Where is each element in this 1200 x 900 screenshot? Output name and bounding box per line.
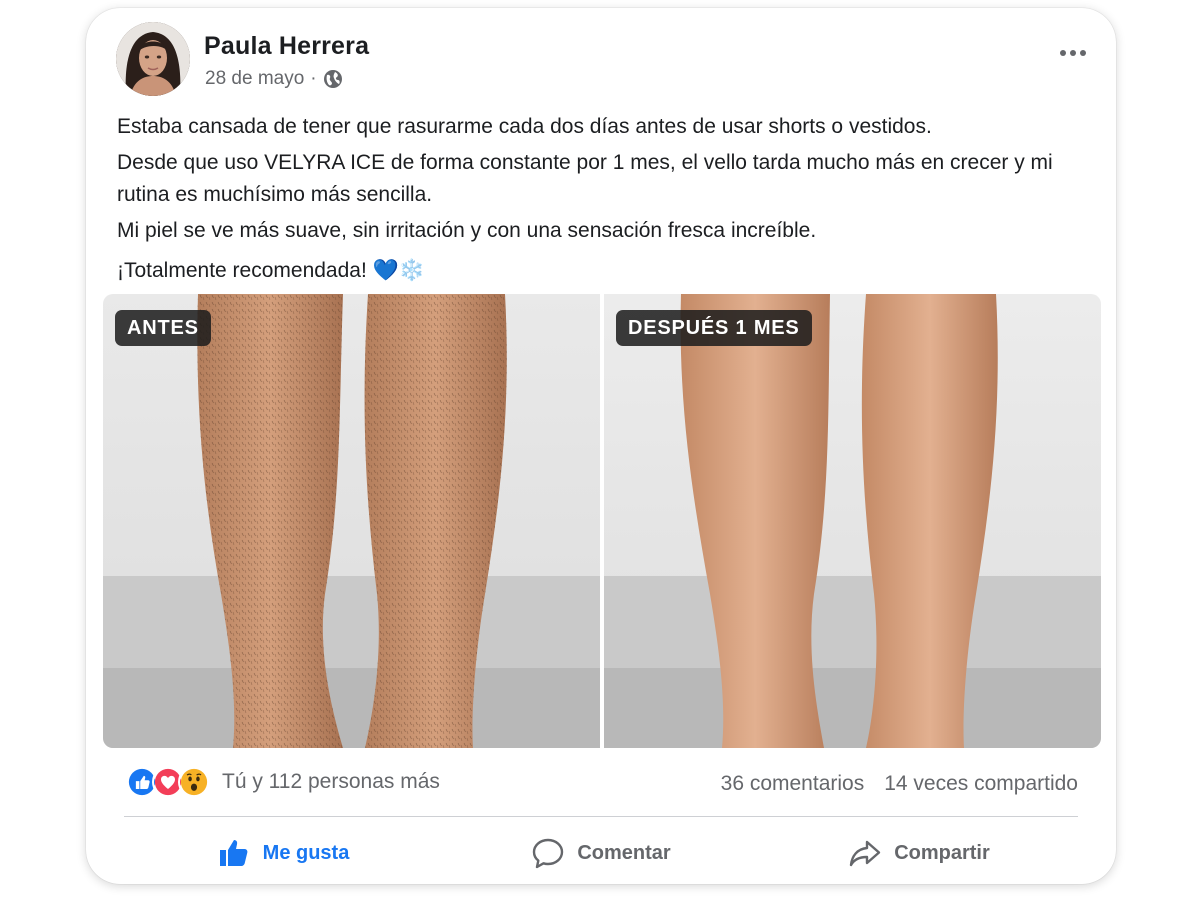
like-button[interactable]: Me gusta [124,828,442,878]
after-photo[interactable]: DESPUÉS 1 MES [604,294,1101,748]
comment-icon [533,838,564,869]
like-button-label: Me gusta [262,841,350,864]
before-label: ANTES [115,310,211,346]
post-text-line: ¡Totalmente recomendada! 💙❄️ [117,259,425,282]
post-meta: 28 de mayo · [205,68,343,90]
shares-count[interactable]: 14 veces compartido [884,772,1078,796]
post-text-line: Desde que uso VELYRA ICE de forma consta… [117,151,1053,206]
post-text: Estaba cansada de tener que rasurarme ca… [117,111,1087,291]
more-horizontal-icon[interactable] [1058,46,1088,60]
reactions-text: Tú y 112 personas más [222,770,440,793]
thumbs-up-icon [219,840,248,866]
after-label: DESPUÉS 1 MES [616,310,812,346]
action-bar: Me gusta Comentar Compartir [124,828,1078,878]
comment-button[interactable]: Comentar [442,828,760,878]
share-icon [850,840,881,867]
post-text-line: Estaba cansada de tener que rasurarme ca… [117,115,932,138]
comment-button-label: Comentar [577,841,671,864]
post-card: Paula Herrera 28 de mayo · Estaba cansad… [86,8,1116,884]
avatar[interactable] [116,22,190,96]
share-button[interactable]: Compartir [760,828,1078,878]
wow-reaction-icon [178,766,210,798]
post-stats: 36 comentarios 14 veces compartido [721,772,1078,796]
divider [124,816,1078,817]
share-button-label: Compartir [894,841,990,864]
reactions-summary[interactable]: Tú y 112 personas más [126,766,440,798]
post-text-line: Mi piel se ve más suave, sin irritación … [117,219,817,242]
globe-icon [323,69,343,89]
author-name[interactable]: Paula Herrera [204,32,369,61]
before-photo[interactable]: ANTES [103,294,600,748]
meta-separator: · [310,68,317,89]
comments-count[interactable]: 36 comentarios [721,772,865,796]
post-date[interactable]: 28 de mayo [205,68,304,90]
photo-grid: ANTES DESPUÉS 1 MES [103,294,1101,748]
